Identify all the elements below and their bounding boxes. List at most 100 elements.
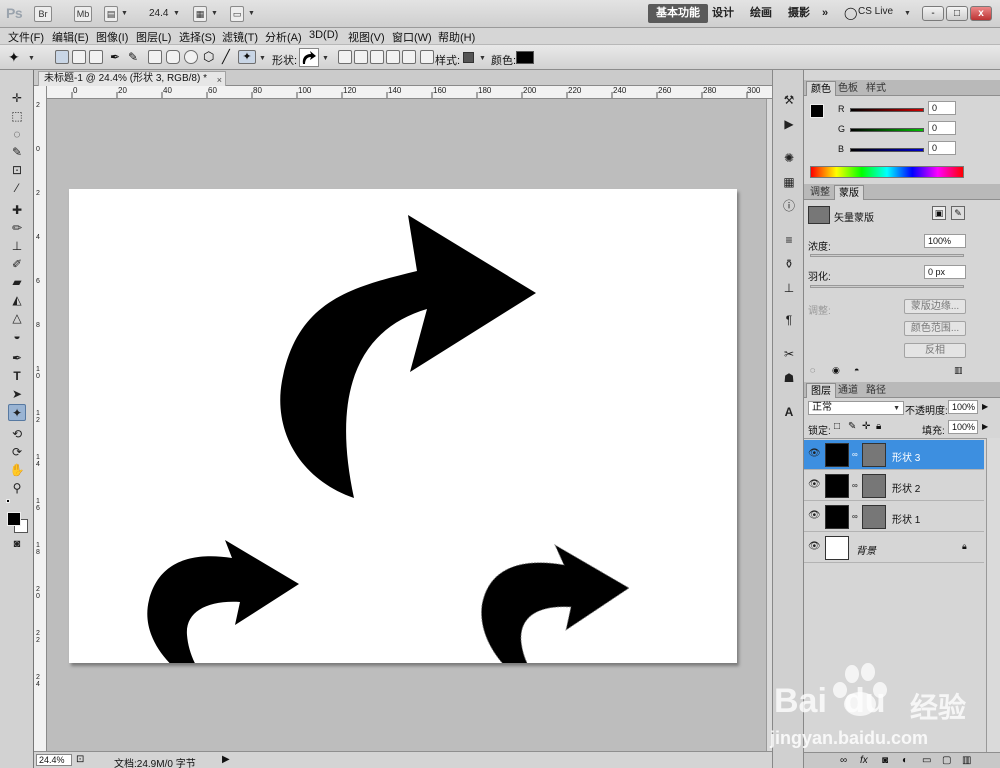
view-extras-caret-icon[interactable]: ▼	[121, 10, 128, 17]
status-menu-arrow-icon[interactable]: ▶	[222, 754, 230, 765]
color-spectrum-bar[interactable]	[810, 166, 964, 178]
brush-preset-panel-icon[interactable]: ≡	[781, 232, 797, 248]
load-selection-icon[interactable]: ◌	[810, 365, 815, 375]
3d-rotate-icon[interactable]: ⟲	[8, 426, 26, 443]
3d-orbit-icon[interactable]: ⟳	[8, 444, 26, 461]
hand-tool-icon[interactable]: ✋	[8, 462, 26, 479]
layer-row[interactable]: 👁︎ ∞ 形状 2	[804, 471, 984, 501]
type-tool-icon[interactable]: T	[8, 368, 26, 385]
link-style-button[interactable]	[420, 50, 434, 64]
color-fg-swatch[interactable]	[810, 104, 824, 118]
canvas-area[interactable]	[47, 99, 766, 751]
custom-shape-tool-icon[interactable]: ✦	[8, 404, 26, 421]
visibility-eye-icon[interactable]: 👁︎	[808, 541, 821, 552]
workspace-photography[interactable]: 摄影	[780, 4, 818, 23]
tab-layers[interactable]: 图层	[806, 383, 836, 398]
workspace-design[interactable]: 设计	[704, 4, 742, 23]
view-extras-button[interactable]: ▤	[104, 6, 118, 22]
dodge-tool-icon[interactable]: ◒	[8, 328, 26, 345]
line-tool-icon[interactable]: ╱	[222, 49, 230, 65]
actions-panel-icon[interactable]: ▶	[781, 116, 797, 132]
path-select-icon[interactable]: ➤	[8, 386, 26, 403]
channel-b-slider[interactable]	[850, 148, 924, 152]
invert-button[interactable]: 反相	[904, 343, 966, 358]
document-canvas[interactable]	[69, 189, 737, 705]
channel-b-field[interactable]: 0	[928, 141, 956, 155]
fill-pixels-button[interactable]	[89, 50, 103, 64]
tab-channels[interactable]: 通道	[834, 383, 862, 398]
visibility-eye-icon[interactable]: 👁︎	[808, 479, 821, 490]
style-caret-icon[interactable]: ▼	[479, 55, 486, 62]
cslive-label[interactable]: CS Live	[858, 6, 893, 17]
shape-layers-button[interactable]	[55, 50, 69, 64]
shape-picker[interactable]	[299, 48, 319, 67]
character-panel-icon[interactable]: A	[781, 404, 797, 420]
zoom-level[interactable]: 24.4	[149, 8, 168, 19]
tool-preset-caret-icon[interactable]: ▼	[28, 55, 35, 62]
lasso-tool-icon[interactable]: ◌	[8, 126, 26, 143]
more-workspaces-button[interactable]: »	[814, 4, 836, 23]
quick-mask-icon[interactable]: ◙	[8, 536, 26, 553]
clone-source-panel-icon[interactable]: ⚱	[781, 256, 797, 272]
cslive-caret-icon[interactable]: ▼	[904, 10, 911, 17]
navigator-panel-icon[interactable]: ✺	[781, 150, 797, 166]
style-picker[interactable]	[463, 52, 474, 63]
close-button[interactable]: x	[970, 6, 992, 21]
channel-r-slider[interactable]	[850, 108, 924, 112]
info-panel-icon[interactable]: ⓘ	[781, 198, 797, 214]
channel-g-slider[interactable]	[850, 128, 924, 132]
3d-panel-icon[interactable]: ☗	[781, 370, 797, 386]
feather-field[interactable]: 0 px	[924, 265, 966, 279]
move-tool-icon[interactable]: ✛	[8, 90, 26, 107]
disable-mask-icon[interactable]: ◓	[854, 365, 859, 375]
tool-presets-panel-icon[interactable]: ⊥	[781, 280, 797, 296]
color-swatch[interactable]	[516, 51, 534, 64]
paragraph-panel-icon[interactable]: ¶	[781, 312, 797, 328]
menu-window[interactable]: 窗口(W)	[392, 29, 432, 45]
freeform-pen-icon[interactable]: ✎	[128, 50, 138, 64]
feather-slider[interactable]	[810, 285, 964, 288]
brush-tool-icon[interactable]: ✏	[8, 220, 26, 237]
screen-mode-caret-icon[interactable]: ▼	[248, 10, 255, 17]
foreground-color-swatch[interactable]	[7, 512, 21, 526]
apply-mask-icon[interactable]: ◉	[832, 365, 840, 376]
layer-row[interactable]: 👁︎ ∞ 形状 1	[804, 502, 984, 532]
lock-image-icon[interactable]: ✎	[848, 421, 856, 432]
layer-mask-thumb[interactable]	[862, 505, 886, 529]
subtract-shape-button[interactable]	[370, 50, 384, 64]
opacity-arrow-icon[interactable]: ▶	[982, 402, 988, 411]
polygon-icon[interactable]: ⬡	[203, 49, 214, 65]
crop-tool-icon[interactable]: ⊡	[8, 162, 26, 179]
custom-shape-button[interactable]: ✦	[238, 50, 256, 64]
pixel-mask-button[interactable]: ▣	[932, 206, 946, 220]
mini-bridge-button[interactable]: Mb	[74, 6, 92, 22]
tab-adjustments[interactable]: 调整	[806, 185, 834, 200]
intersect-shape-button[interactable]	[386, 50, 400, 64]
zoom-caret-icon[interactable]: ▼	[173, 10, 180, 17]
menu-3d[interactable]: 3D(D)	[309, 29, 338, 41]
status-zoom-field[interactable]: 24.4%	[36, 754, 72, 766]
document-tab[interactable]: 未标题-1 @ 24.4% (形状 3, RGB/8) * ×	[38, 71, 226, 86]
menu-help[interactable]: 帮助(H)	[438, 29, 475, 45]
layer-row[interactable]: 👁︎ ∞ 形状 3	[804, 440, 984, 470]
channel-g-field[interactable]: 0	[928, 121, 956, 135]
eraser-tool-icon[interactable]: ▰	[8, 274, 26, 291]
tab-color[interactable]: 颜色	[806, 81, 836, 96]
menu-layer[interactable]: 图层(L)	[136, 29, 171, 45]
histogram-panel-icon[interactable]: ▦	[781, 174, 797, 190]
menu-file[interactable]: 文件(F)	[8, 29, 44, 45]
workspace-essentials[interactable]: 基本功能	[648, 4, 708, 23]
clone-stamp-icon[interactable]: ⊥	[8, 238, 26, 255]
lock-transparent-icon[interactable]: □	[834, 421, 840, 432]
bridge-button[interactable]: Br	[34, 6, 52, 22]
vector-mask-button[interactable]: ✎	[951, 206, 965, 220]
opacity-field[interactable]: 100%	[948, 400, 978, 414]
status-preview-icon[interactable]: ⊡	[76, 754, 84, 765]
rounded-rectangle-button[interactable]	[166, 50, 180, 64]
arrange-caret-icon[interactable]: ▼	[211, 10, 218, 17]
layer-mask-thumb[interactable]	[862, 443, 886, 467]
create-new-shape-button[interactable]	[338, 50, 352, 64]
restore-button[interactable]: □	[946, 6, 968, 21]
zoom-tool-icon[interactable]: ⚲	[8, 480, 26, 497]
layer-mask-thumb[interactable]	[862, 474, 886, 498]
